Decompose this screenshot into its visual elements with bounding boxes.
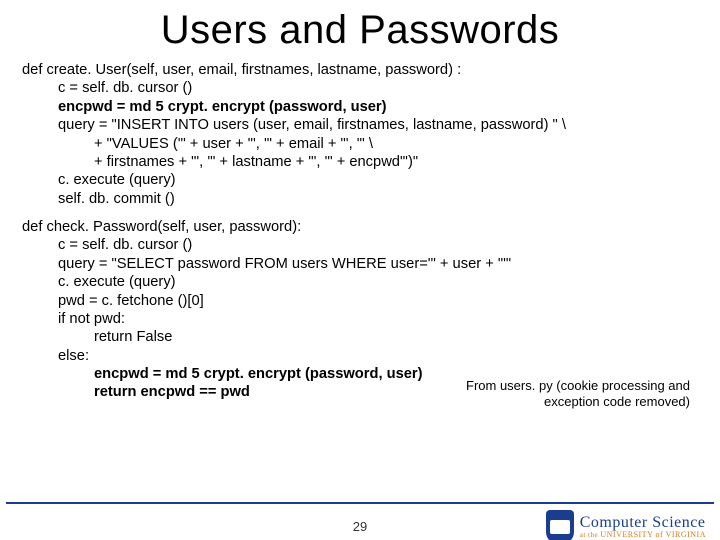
code-line: return False <box>22 328 698 346</box>
slide-title: Users and Passwords <box>0 8 720 53</box>
code-line: + "VALUES ('" + user + "', '" + email + … <box>22 135 698 153</box>
code-line: self. db. commit () <box>22 190 698 208</box>
logo-main-text: Computer Science <box>580 515 706 531</box>
slide: Users and Passwords def create. User(sel… <box>0 8 720 540</box>
code-line: query = "INSERT INTO users (user, email,… <box>22 116 698 134</box>
footer-divider <box>6 502 714 504</box>
source-annotation: From users. py (cookie processing and ex… <box>460 378 690 411</box>
code-line: + firstnames + "', '" + lastname + "', '… <box>22 153 698 171</box>
footer: 29 Computer Science at the UNIVERSITY of… <box>0 502 720 540</box>
code-line: c. execute (query) <box>22 273 698 291</box>
shield-icon <box>546 510 574 540</box>
code-line: query = "SELECT password FROM users WHER… <box>22 255 698 273</box>
code-line: def create. User(self, user, email, firs… <box>22 61 698 79</box>
university-logo: Computer Science at the UNIVERSITY of VI… <box>546 510 706 540</box>
code-line: if not pwd: <box>22 310 698 328</box>
logo-sub-text: at the UNIVERSITY of VIRGINIA <box>580 531 706 539</box>
code-line: c = self. db. cursor () <box>22 236 698 254</box>
code-line: def check. Password(self, user, password… <box>22 218 698 236</box>
code-line: encpwd = md 5 crypt. encrypt (password, … <box>22 98 698 116</box>
code-line: c = self. db. cursor () <box>22 79 698 97</box>
code-line: pwd = c. fetchone ()[0] <box>22 292 698 310</box>
code-line: else: <box>22 347 698 365</box>
code-content: def create. User(self, user, email, firs… <box>0 61 720 402</box>
code-line: c. execute (query) <box>22 171 698 189</box>
